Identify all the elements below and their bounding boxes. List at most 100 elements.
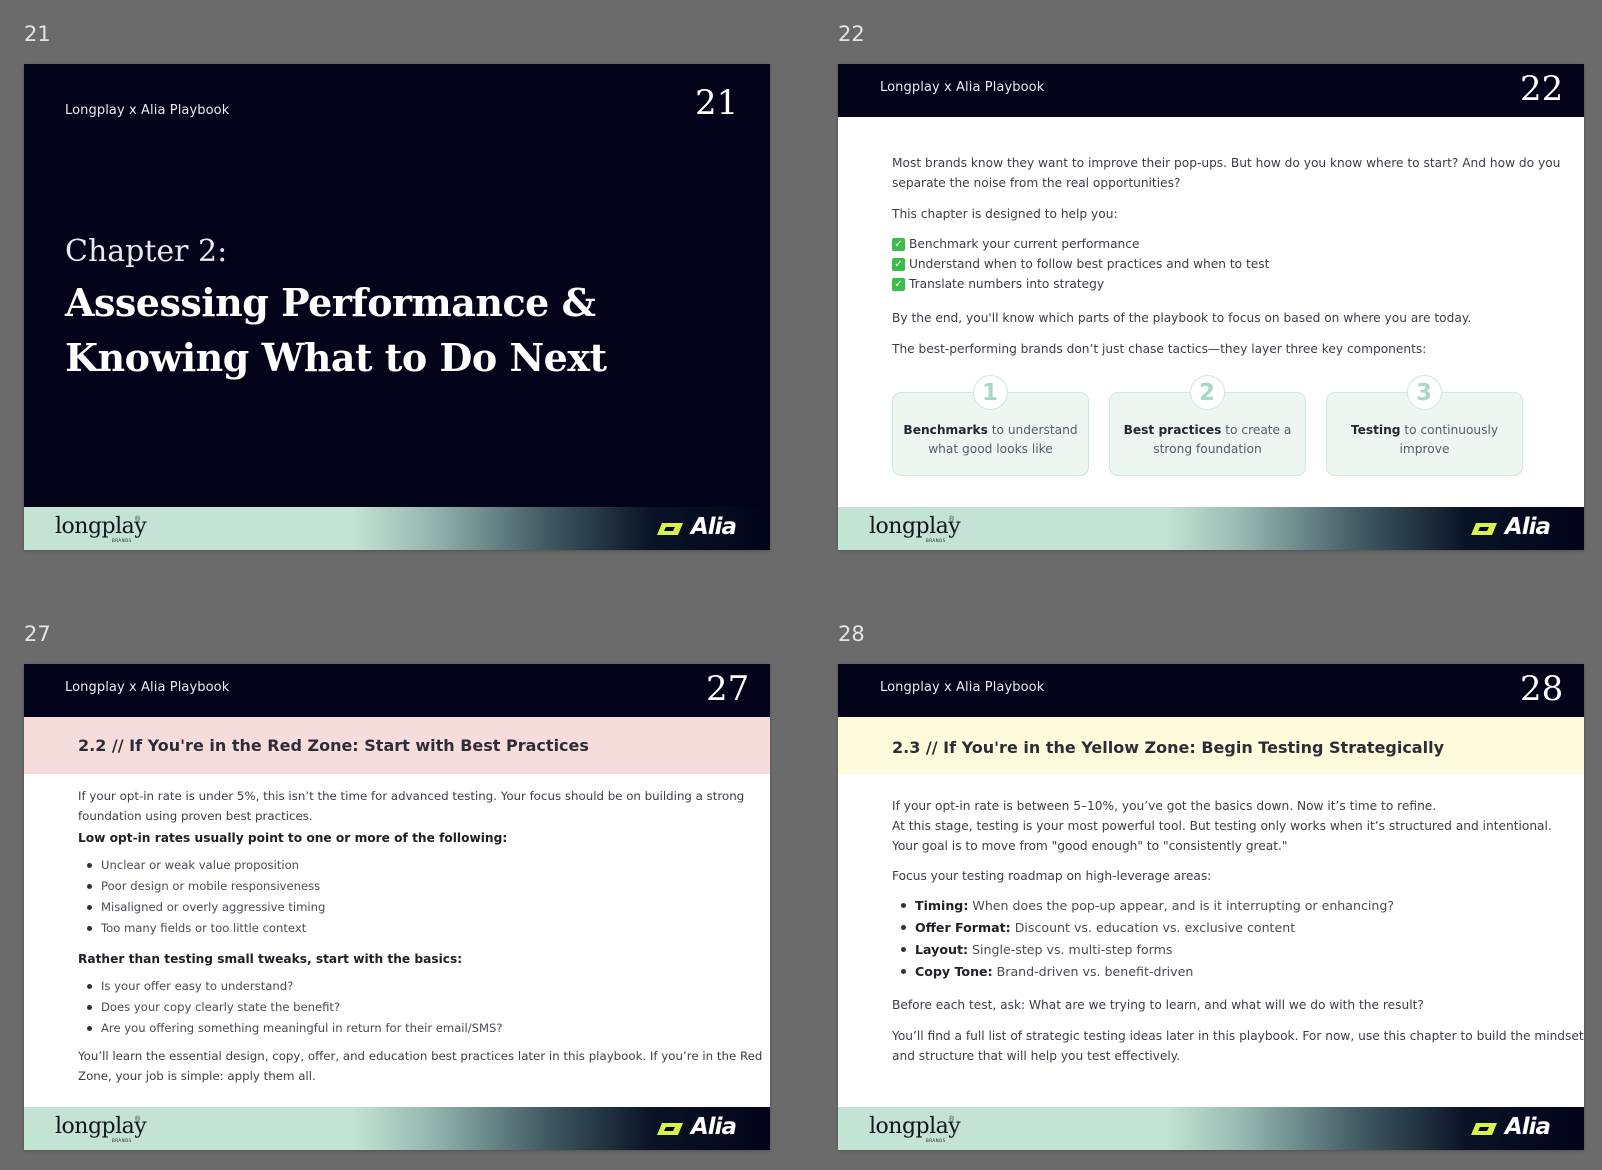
bullet-dot: [87, 1004, 92, 1010]
longplay-logo: longplay: [869, 514, 961, 539]
bullet-dot: [901, 968, 906, 974]
slide-footer: longplay ® BRANDS Alia: [838, 1107, 1584, 1150]
bullet-text: Misaligned or overly aggressive timing: [101, 900, 326, 914]
card-text: Testing to continuously improve: [1335, 421, 1514, 459]
bullet-dot: [87, 904, 92, 910]
page-number-27[interactable]: 27: [24, 622, 51, 646]
checklist-label: Understand when to follow best practices…: [909, 257, 1270, 271]
slide-number: 27: [706, 669, 750, 709]
subhead-basics: Rather than testing small tweaks, start …: [78, 952, 463, 966]
testing-area-term: Offer Format:: [915, 919, 1011, 935]
slide-header: Longplay x Alia Playbook 22: [838, 64, 1584, 117]
checkmark-icon: ✓: [892, 257, 905, 271]
slide-footer: longplay ® BRANDS Alia: [838, 507, 1584, 550]
chapter-kicker: Chapter 2:: [65, 234, 228, 269]
chapter-title-line-2: Knowing What to Do Next: [65, 335, 607, 380]
red-zone-band: 2.2 // If You're in the Red Zone: Start …: [24, 717, 770, 774]
bullet-dot: [87, 862, 92, 868]
slide-brand: Longplay x Alia Playbook: [65, 680, 230, 695]
testing-area-term: Timing:: [915, 897, 969, 913]
alia-mark-icon: [657, 523, 683, 535]
card-bold: Testing: [1350, 423, 1401, 437]
testing-area-desc: Brand-driven vs. benefit-driven: [996, 963, 1194, 979]
slide-brand: Longplay x Alia Playbook: [880, 680, 1045, 695]
component-card: 3 Testing to continuously improve: [1326, 375, 1523, 476]
slide-number: 21: [695, 83, 739, 123]
intro-line-2: separate the noise from the real opportu…: [892, 176, 1181, 190]
slide-27[interactable]: Longplay x Alia Playbook 27 2.2 // If Yo…: [24, 664, 770, 1150]
page-number-22[interactable]: 22: [838, 22, 865, 46]
card-line-2: what good looks like: [928, 442, 1053, 456]
bullet-text: Is your offer easy to understand?: [101, 979, 294, 993]
slide-brand: Longplay x Alia Playbook: [880, 80, 1045, 95]
para-1-line-1: If your opt-in rate is under 5%, this is…: [78, 789, 745, 803]
yellow-zone-band: 2.3 // If You're in the Yellow Zone: Beg…: [838, 717, 1584, 774]
para-1-line-2: foundation using proven best practices.: [78, 809, 313, 823]
longplay-logo-sub: BRANDS: [112, 538, 132, 543]
card-number: 3: [1406, 375, 1442, 410]
bullet-item: Too many fields or too little context: [87, 918, 306, 938]
card-rest: to continuously: [1400, 423, 1499, 437]
bullet-dot: [901, 924, 906, 930]
bullet-dot: [87, 1025, 92, 1031]
closing-line-2: Zone, your job is simple: apply them all…: [78, 1069, 316, 1083]
by-end-text: By the end, you'll know which parts of t…: [892, 311, 1472, 325]
alia-mark-icon: [657, 1123, 683, 1135]
slide-brand: Longplay x Alia Playbook: [65, 103, 230, 118]
longplay-logo-sub: BRANDS: [112, 1138, 132, 1143]
testing-area-desc: Single-step vs. multi-step forms: [972, 941, 1173, 957]
bullet-dot: [901, 902, 906, 908]
closing-line-1: You’ll learn the essential design, copy,…: [78, 1049, 763, 1063]
longplay-logo-sub: BRANDS: [926, 1138, 946, 1143]
bullet-item: Unclear or weak value proposition: [87, 855, 299, 875]
alia-logo: Alia: [690, 1114, 737, 1140]
card-rest: to create a: [1221, 423, 1292, 437]
longplay-trademark: ®: [949, 1116, 955, 1123]
testing-area-desc: Discount vs. education vs. exclusive con…: [1014, 919, 1296, 935]
bullet-text: Does your copy clearly state the benefit…: [101, 1000, 341, 1014]
bullet-text: Unclear or weak value proposition: [101, 858, 300, 872]
component-card: 1 Benchmarks to understand what good look…: [892, 375, 1089, 476]
longplay-logo-sub: BRANDS: [926, 538, 946, 543]
alia-logo: Alia: [690, 514, 737, 540]
testing-area-term: Layout:: [915, 941, 969, 957]
bullet-item: Misaligned or overly aggressive timing: [87, 897, 325, 917]
slide-21[interactable]: Longplay x Alia Playbook 21 Chapter 2: A…: [24, 64, 770, 550]
bullet-item: Are you offering something meaningful in…: [87, 1018, 503, 1038]
checklist-label: Benchmark your current performance: [909, 237, 1140, 251]
section-heading: 2.2 // If You're in the Red Zone: Start …: [78, 736, 589, 755]
longplay-trademark: ®: [949, 516, 955, 523]
longplay-trademark: ®: [135, 516, 141, 523]
page-number-21[interactable]: 21: [24, 22, 51, 46]
slide-28[interactable]: Longplay x Alia Playbook 28 2.3 // If Yo…: [838, 664, 1584, 1150]
card-line-2: improve: [1399, 442, 1450, 456]
card-text: Best practices to create a strong foundat…: [1118, 421, 1297, 459]
bullet-item: Does your copy clearly state the benefit…: [87, 997, 340, 1017]
designed-text: This chapter is designed to help you:: [892, 207, 1118, 221]
testing-area-term: Copy Tone:: [915, 963, 993, 979]
section-heading: 2.3 // If You're in the Yellow Zone: Beg…: [892, 738, 1444, 757]
chapter-title-line-1: Assessing Performance &: [65, 280, 596, 325]
focus-text: Focus your testing roadmap on high-lever…: [892, 869, 1212, 883]
alia-mark-icon: [1471, 523, 1497, 535]
intro-line-3: Your goal is to move from "good enough" …: [892, 839, 1288, 853]
closing-line-2: and structure that will help you test ef…: [892, 1049, 1181, 1063]
slide-22[interactable]: Longplay x Alia Playbook 22 Most brands …: [838, 64, 1584, 550]
card-bold: Benchmarks: [903, 423, 988, 437]
slide-footer: longplay ® BRANDS Alia: [24, 507, 770, 550]
longplay-logo: longplay: [869, 1114, 961, 1139]
testing-area-desc: When does the pop-up appear, and is it i…: [972, 897, 1395, 913]
card-number: 2: [1189, 375, 1225, 410]
testing-area: Copy Tone: Brand-driven vs. benefit-drive…: [901, 960, 1193, 982]
slide-header: Longplay x Alia Playbook 28: [838, 664, 1584, 717]
card-rest: to understand: [987, 423, 1078, 437]
card-text: Benchmarks to understand what good looks …: [901, 421, 1080, 459]
intro-line-1: If your opt-in rate is between 5–10%, yo…: [892, 799, 1437, 813]
bullet-text: Are you offering something meaningful in…: [101, 1021, 503, 1035]
page-number-28[interactable]: 28: [838, 622, 865, 646]
card-bold: Best practices: [1123, 423, 1222, 437]
card-number: 1: [972, 375, 1008, 410]
alia-logo: Alia: [1504, 514, 1551, 540]
alia-mark-icon: [1471, 1123, 1497, 1135]
bullet-item: Is your offer easy to understand?: [87, 976, 293, 996]
